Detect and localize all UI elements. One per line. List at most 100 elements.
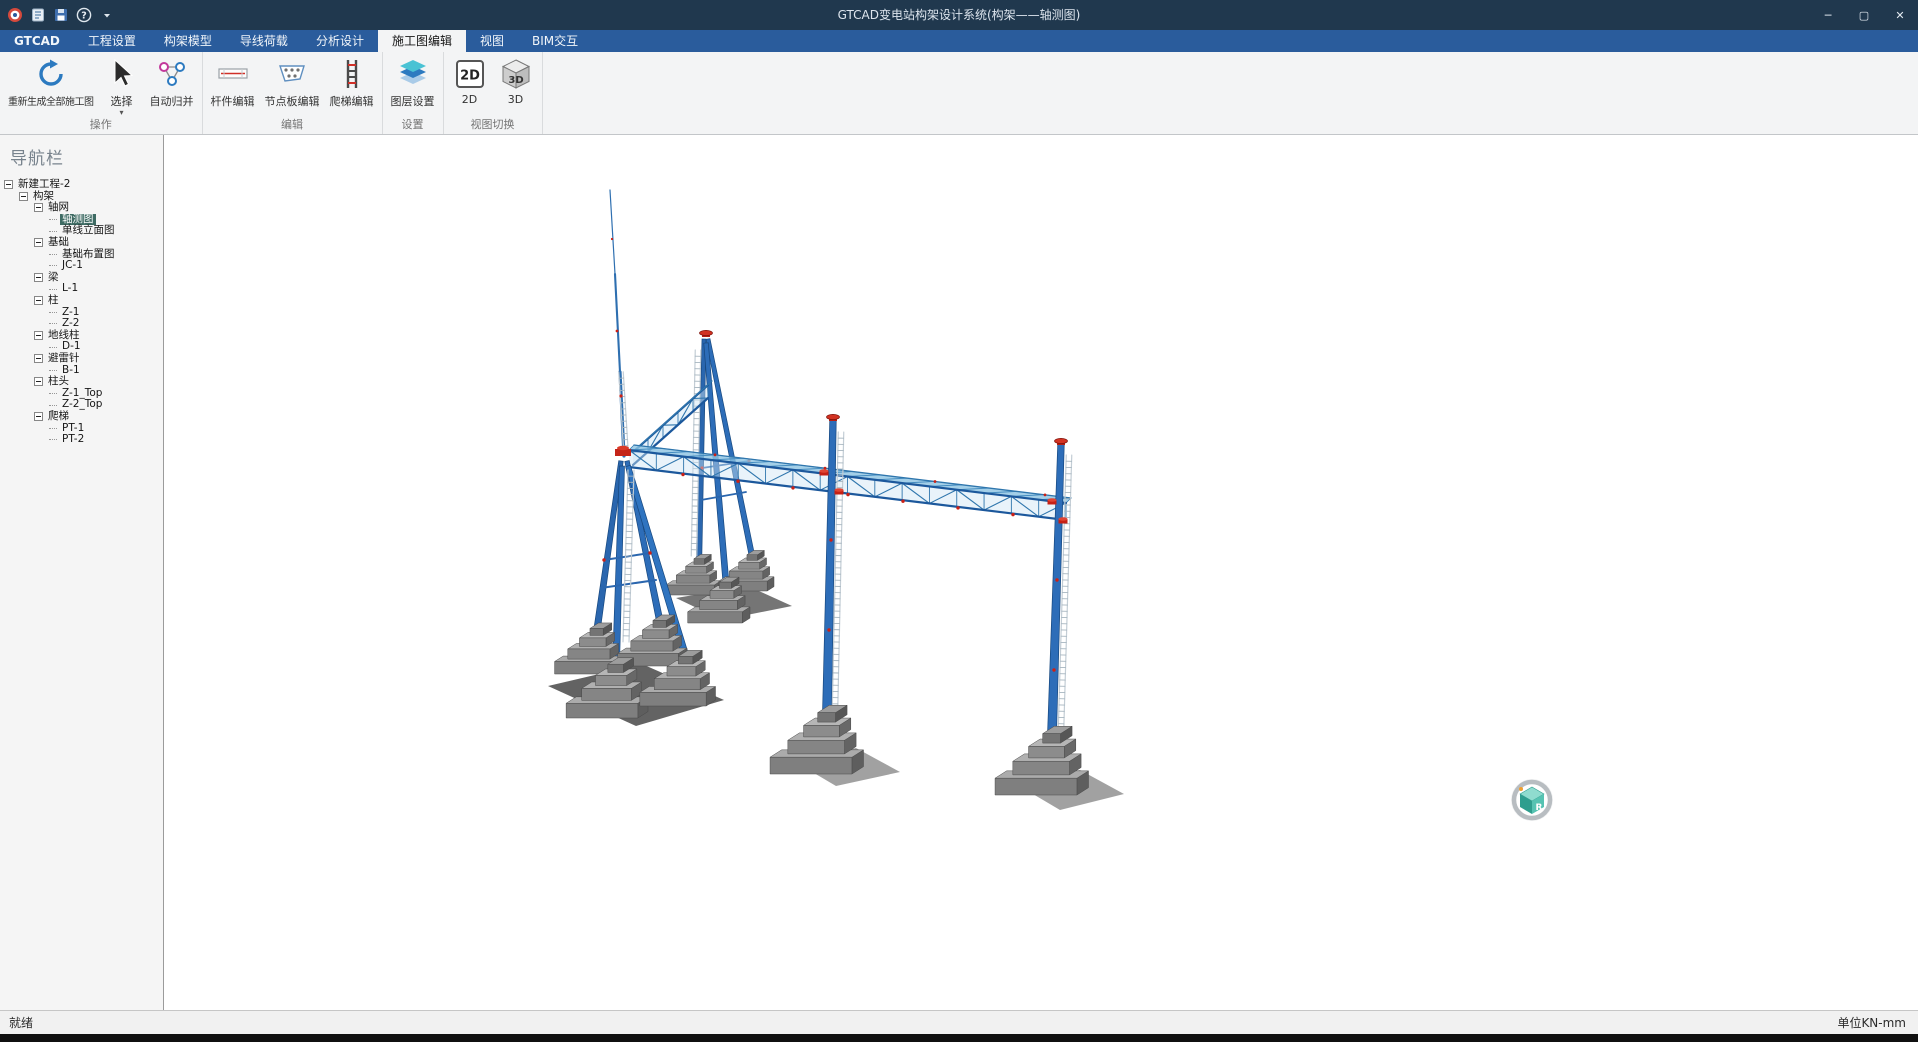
titlebar: ? GTCAD变电站构架设计系统(构架——轴测图) ─▢✕ xyxy=(0,0,1918,30)
select-button[interactable]: 选择▾ xyxy=(99,54,145,117)
menu-tab-gtcad[interactable]: GTCAD xyxy=(0,30,74,52)
refresh-icon xyxy=(34,57,68,91)
ribbon-button-label: 重新生成全部施工图 xyxy=(8,93,94,108)
tree-item-10[interactable]: 柱 xyxy=(0,295,163,307)
document-icon[interactable] xyxy=(30,7,46,23)
tree-item-15[interactable]: 避雷针 xyxy=(0,353,163,365)
tree-expander[interactable] xyxy=(34,412,43,421)
3d-scene-canvas: R xyxy=(165,135,1918,1010)
tree-item-8[interactable]: 梁 xyxy=(0,272,163,284)
ribbon-button-label: 杆件编辑 xyxy=(211,93,255,109)
window-title: GTCAD变电站构架设计系统(构架——轴测图) xyxy=(0,0,1918,30)
tree-item-14[interactable]: D-1 xyxy=(0,341,163,353)
tree-item-label: PT-2 xyxy=(60,434,86,446)
menu-tab-project-settings[interactable]: 工程设置 xyxy=(74,30,150,52)
view-2d-button[interactable]: 2D 2D xyxy=(447,54,493,106)
tree-item-22[interactable]: PT-2 xyxy=(0,434,163,446)
maximize-button[interactable]: ▢ xyxy=(1846,0,1882,30)
menu-tab-view[interactable]: 视图 xyxy=(466,30,518,52)
ribbon-button-label: 爬梯编辑 xyxy=(330,93,374,109)
tree-item-19[interactable]: Z-2_Top xyxy=(0,399,163,411)
tree-item-label: 新建工程-2 xyxy=(16,179,72,191)
tree-item-label: 轴网 xyxy=(46,202,71,214)
ribbon-button-label: 3D xyxy=(508,93,523,106)
tree-expander[interactable] xyxy=(34,296,43,305)
quick-access-toolbar: ? xyxy=(0,7,115,23)
tree-expander[interactable] xyxy=(19,192,28,201)
menu-tab-frame-model[interactable]: 构架模型 xyxy=(150,30,226,52)
tree-item-label: Z-2 xyxy=(60,318,81,330)
tree-expander[interactable] xyxy=(34,273,43,282)
tree-connector xyxy=(49,439,57,440)
close-button[interactable]: ✕ xyxy=(1882,0,1918,30)
ribbon-group-1: 杆件编辑节点板编辑爬梯编辑编辑 xyxy=(203,52,383,134)
menu-tab-conductor-load[interactable]: 导线荷载 xyxy=(226,30,302,52)
toolbar-caret-icon[interactable] xyxy=(99,7,115,23)
tree-item-7[interactable]: JC-1 xyxy=(0,260,163,272)
tree-connector xyxy=(49,347,57,348)
view-3d-button[interactable]: 3D 3D xyxy=(493,54,539,106)
menu-tabs: GTCAD工程设置构架模型导线荷载分析设计施工图编辑视图BIM交互 xyxy=(0,30,1918,52)
tree-item-12[interactable]: Z-2 xyxy=(0,318,163,330)
tree-item-0[interactable]: 新建工程-2 xyxy=(0,179,163,191)
svg-text:2D: 2D xyxy=(460,69,480,84)
menu-tab-bim[interactable]: BIM交互 xyxy=(518,30,592,52)
help-icon[interactable]: ? xyxy=(76,7,92,23)
tree-item-label: 柱头 xyxy=(46,376,71,388)
tree-item-16[interactable]: B-1 xyxy=(0,365,163,377)
ribbon-button-label: 2D xyxy=(462,93,477,106)
app-logo-icon[interactable] xyxy=(7,7,23,23)
member-icon xyxy=(216,57,250,91)
gusset-edit-button[interactable]: 节点板编辑 xyxy=(260,54,325,109)
layer-settings-button[interactable]: 图层设置 xyxy=(386,54,440,109)
minimize-button[interactable]: ─ xyxy=(1810,0,1846,30)
tree-expander[interactable] xyxy=(34,377,43,386)
member-edit-button[interactable]: 杆件编辑 xyxy=(206,54,260,109)
tree-connector xyxy=(49,289,57,290)
tree-item-label: 避雷针 xyxy=(46,353,82,365)
menu-tab-analysis-design[interactable]: 分析设计 xyxy=(302,30,378,52)
tree-item-label: 梁 xyxy=(46,272,61,284)
2d-icon: 2D xyxy=(453,57,487,91)
tree-item-5[interactable]: 基础 xyxy=(0,237,163,249)
tree-expander[interactable] xyxy=(4,180,13,189)
window-controls: ─▢✕ xyxy=(1810,0,1918,30)
3d-viewport[interactable]: R xyxy=(165,135,1918,1010)
tree-item-label: 爬梯 xyxy=(46,411,71,423)
tree-connector xyxy=(49,393,57,394)
status-bar: 就绪 单位KN-mm xyxy=(0,1010,1918,1034)
tree-connector xyxy=(49,405,57,406)
tree-item-17[interactable]: 柱头 xyxy=(0,376,163,388)
layers-icon xyxy=(396,57,430,91)
tree-expander[interactable] xyxy=(34,331,43,340)
tree-item-4[interactable]: 单线立面图 xyxy=(0,225,163,237)
status-units-text: 单位KN-mm xyxy=(1837,1014,1918,1031)
tree-item-label: 基础 xyxy=(46,237,71,249)
svg-text:3D: 3D xyxy=(508,75,523,86)
navigator-panel: 导航栏 新建工程-2构架轴网轴测图单线立面图基础基础布置图JC-1梁L-1柱Z-… xyxy=(0,135,164,1010)
ribbon-group-label: 编辑 xyxy=(206,117,379,134)
gusset-icon xyxy=(275,57,309,91)
regenerate-all-drawings-button[interactable]: 重新生成全部施工图 xyxy=(3,54,99,108)
auto-merge-button[interactable]: 自动归并 xyxy=(145,54,199,109)
svg-text:R: R xyxy=(1536,803,1543,813)
tree-expander[interactable] xyxy=(34,354,43,363)
ladder-edit-button[interactable]: 爬梯编辑 xyxy=(325,54,379,109)
tree-expander[interactable] xyxy=(34,238,43,247)
tree-item-label: L-1 xyxy=(60,283,80,295)
tree-item-13[interactable]: 地线柱 xyxy=(0,330,163,342)
ribbon-button-label: 自动归并 xyxy=(150,93,194,109)
save-icon[interactable] xyxy=(53,7,69,23)
tree-connector xyxy=(49,219,57,220)
menu-tab-drawing-edit[interactable]: 施工图编辑 xyxy=(378,30,466,52)
ribbon-group-3: 2D2D3D3D视图切换 xyxy=(444,52,543,134)
tree-expander[interactable] xyxy=(34,203,43,212)
navigator-title: 导航栏 xyxy=(0,135,163,177)
tree-item-11[interactable]: Z-1 xyxy=(0,307,163,319)
status-ready-text: 就绪 xyxy=(0,1014,33,1031)
ribbon-group-label: 设置 xyxy=(386,117,440,134)
tree-item-1[interactable]: 构架 xyxy=(0,191,163,203)
3d-icon: 3D xyxy=(499,57,533,91)
tree-item-20[interactable]: 爬梯 xyxy=(0,411,163,423)
tree-item-9[interactable]: L-1 xyxy=(0,283,163,295)
